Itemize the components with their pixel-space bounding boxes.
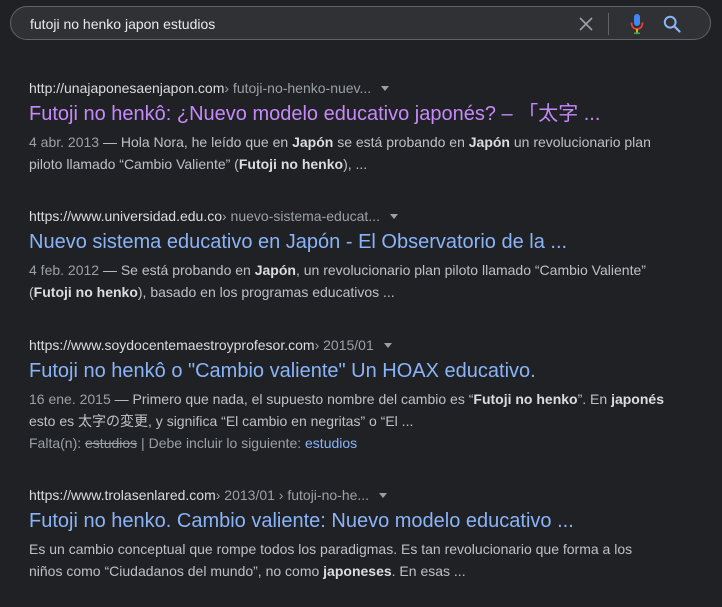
result-path: › 2013/01 › futoji-no-he... [215,487,370,503]
snippet-keyword: japonés [611,391,664,407]
snippet-text: ), basado en los programas educativos ..… [137,284,395,300]
snippet-text: — Se está probando en [99,262,255,278]
result-url[interactable]: https://www.universidad.edu.co › nuevo-s… [29,207,669,225]
microphone-icon [630,14,644,35]
result-url[interactable]: https://www.soydocentemaestroyprofesor.c… [29,336,669,354]
result-title-link[interactable]: Futoji no henkô o "Cambio valiente" Un H… [29,358,669,384]
magnifier-icon [663,15,681,33]
result-path: › futoji-no-henko-nuev... [224,80,372,96]
chevron-down-icon[interactable] [381,85,390,91]
result-snippet: Es un cambio conceptual que rompe todos … [29,538,669,582]
chevron-down-icon[interactable] [379,492,388,498]
search-input[interactable] [30,14,570,34]
result-path: › nuevo-sistema-educat... [222,208,380,224]
snippet-text: ), ... [343,156,368,172]
result-domain: http://unajaponesaenjapon.com [29,80,225,96]
voice-search-button[interactable] [625,12,649,36]
snippet-text: . En esas ... [391,563,466,579]
result-url[interactable]: http://unajaponesaenjapon.com › futoji-n… [29,79,669,97]
result-title-link[interactable]: Futoji no henkô: ¿Nuevo modelo educativo… [29,101,669,127]
result-date: 4 feb. 2012 [29,262,100,278]
result-date: 4 abr. 2013 [29,134,100,150]
snippet-keyword: Futoji no henko [473,391,578,407]
result-item: https://www.universidad.edu.co › nuevo-s… [29,207,669,303]
clear-search-button[interactable] [576,14,596,34]
snippet-text: ”. En [577,391,612,407]
chevron-down-icon[interactable] [389,213,398,219]
result-item: http://unajaponesaenjapon.com › futoji-n… [29,79,669,175]
snippet-keyword: Futoji no henko [238,156,344,172]
missing-separator: | Debe incluir lo siguiente: [137,435,306,451]
result-path: › 2015/01 [314,337,374,353]
snippet-keyword: Japón [468,134,510,150]
snippet-keyword: Japón [254,262,296,278]
result-domain: https://www.soydocentemaestroyprofesor.c… [29,337,315,353]
top-bar [0,0,722,48]
missing-term: estudios [85,435,138,451]
result-title-link[interactable]: Futoji no henko. Cambio valiente: Nuevo … [29,508,669,534]
result-title-link[interactable]: Nuevo sistema educativo en Japón - El Ob… [29,229,669,255]
result-domain: https://www.trolasenlared.com [29,487,216,503]
missing-label: Falta(n): [29,435,86,451]
result-item: https://www.soydocentemaestroyprofesor.c… [29,336,669,454]
snippet-keyword: Futoji no henko [33,284,138,300]
result-domain: https://www.universidad.edu.co [29,208,222,224]
result-url[interactable]: https://www.trolasenlared.com › 2013/01 … [29,486,669,504]
snippet-keyword: japoneses [323,563,392,579]
include-term-link[interactable]: estudios [305,435,357,451]
result-snippet: 16 ene. 2015 — Primero que nada, el supu… [29,388,669,432]
missing-terms: Falta(n): estudios | Debe incluir lo sig… [29,432,669,454]
search-submit-button[interactable] [660,12,684,36]
search-box [10,6,711,40]
snippet-text: — Hola Nora, he leído que en [99,134,293,150]
close-icon [579,17,593,31]
search-divider [608,13,609,35]
snippet-text: esto es 太字の変更, y significa “El cambio en… [29,413,414,429]
result-date: 16 ene. 2015 [29,391,111,407]
result-snippet: 4 abr. 2013 — Hola Nora, he leído que en… [29,131,669,175]
chevron-down-icon[interactable] [383,342,392,348]
result-snippet: 4 feb. 2012 — Se está probando en Japón,… [29,259,669,303]
snippet-text: se está probando en [333,134,469,150]
snippet-text: — Primero que nada, el supuesto nombre d… [110,391,474,407]
result-item: https://www.trolasenlared.com › 2013/01 … [29,486,669,582]
snippet-keyword: Japón [292,134,334,150]
